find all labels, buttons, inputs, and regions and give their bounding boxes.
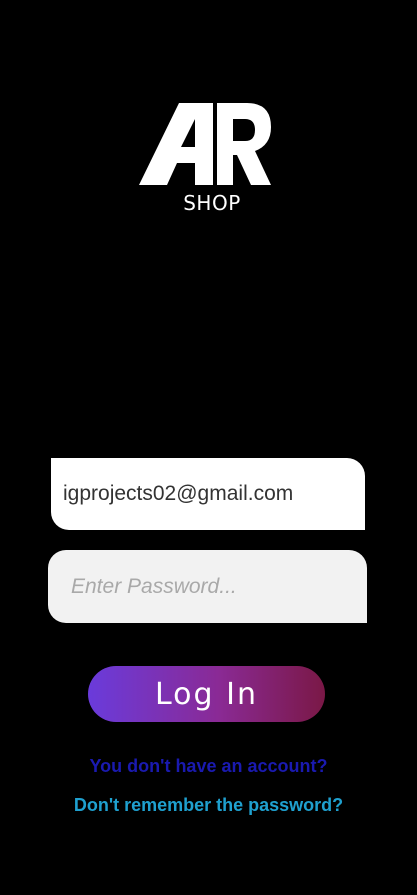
- logo-subtitle: SHOP: [183, 191, 241, 215]
- app-logo: SHOP: [137, 101, 273, 219]
- forgot-password-link[interactable]: Don't remember the password?: [0, 795, 417, 816]
- ar-logo-mark: [139, 103, 271, 185]
- password-placeholder: Enter Password...: [71, 574, 237, 598]
- login-button[interactable]: Log In: [88, 666, 325, 722]
- signup-link[interactable]: You don't have an account?: [0, 756, 417, 777]
- email-field[interactable]: igprojects02@gmail.com: [51, 458, 365, 530]
- email-value: igprojects02@gmail.com: [63, 482, 294, 505]
- password-field[interactable]: Enter Password...: [48, 550, 367, 623]
